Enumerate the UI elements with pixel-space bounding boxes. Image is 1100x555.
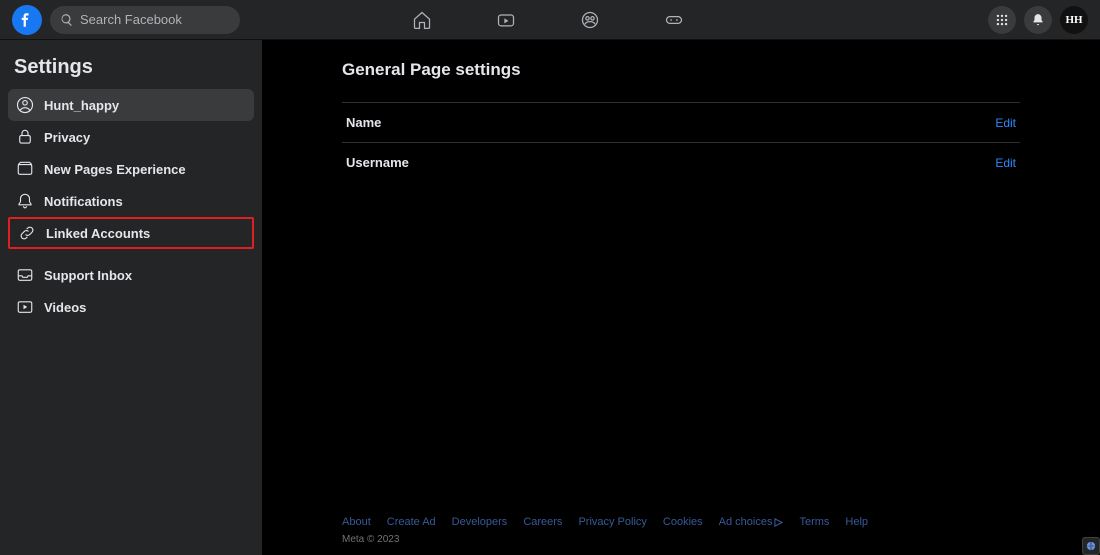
page-title: General Page settings: [342, 60, 1020, 80]
row-label: Username: [346, 155, 409, 170]
footer-link-about[interactable]: About: [342, 516, 371, 528]
inbox-icon: [16, 266, 34, 284]
sidebar-item-linked-accounts[interactable]: Linked Accounts: [8, 217, 254, 249]
sidebar-item-label: Videos: [44, 300, 86, 315]
nav-center: [410, 8, 988, 32]
sidebar: Settings Hunt_happy Privacy New Pages Ex…: [0, 40, 262, 555]
avatar-text: HH: [1065, 14, 1082, 26]
sidebar-item-new-pages[interactable]: New Pages Experience: [8, 153, 254, 185]
top-bar: Search Facebook HH: [0, 0, 1100, 40]
settings-row-username: Username Edit: [342, 142, 1020, 182]
footer-link-developers[interactable]: Developers: [452, 516, 508, 528]
sidebar-item-label: New Pages Experience: [44, 162, 186, 177]
facebook-logo[interactable]: [12, 5, 42, 35]
menu-button[interactable]: [988, 6, 1016, 34]
sidebar-item-videos[interactable]: Videos: [8, 291, 254, 323]
row-label: Name: [346, 115, 381, 130]
notifications-button[interactable]: [1024, 6, 1052, 34]
footer-copyright: Meta © 2023: [342, 534, 1020, 545]
account-avatar[interactable]: HH: [1060, 6, 1088, 34]
watch-icon[interactable]: [494, 8, 518, 32]
sidebar-item-label: Hunt_happy: [44, 98, 119, 113]
groups-icon[interactable]: [578, 8, 602, 32]
video-icon: [16, 298, 34, 316]
sidebar-item-profile[interactable]: Hunt_happy: [8, 89, 254, 121]
footer: About Create Ad Developers Careers Priva…: [342, 486, 1020, 545]
footer-link-help[interactable]: Help: [845, 516, 868, 528]
sidebar-item-label: Notifications: [44, 194, 123, 209]
footer-link-cookies[interactable]: Cookies: [663, 516, 703, 528]
lock-icon: [16, 128, 34, 146]
settings-row-name: Name Edit: [342, 102, 1020, 142]
sidebar-item-support-inbox[interactable]: Support Inbox: [8, 259, 254, 291]
search-input[interactable]: Search Facebook: [50, 6, 240, 34]
home-icon[interactable]: [410, 8, 434, 32]
footer-link-terms[interactable]: Terms: [799, 516, 829, 528]
gaming-icon[interactable]: [662, 8, 686, 32]
search-icon: [60, 13, 74, 27]
sidebar-item-privacy[interactable]: Privacy: [8, 121, 254, 153]
grid-icon: [995, 13, 1009, 27]
globe-icon: [1086, 541, 1096, 551]
search-placeholder: Search Facebook: [80, 12, 182, 27]
footer-link-careers[interactable]: Careers: [523, 516, 562, 528]
main-content: General Page settings Name Edit Username…: [262, 40, 1100, 555]
edit-link-name[interactable]: Edit: [995, 116, 1016, 130]
pages-icon: [16, 160, 34, 178]
bell-icon: [1031, 13, 1045, 27]
bell-icon: [16, 192, 34, 210]
profile-icon: [16, 96, 34, 114]
sidebar-item-label: Linked Accounts: [46, 226, 150, 241]
sidebar-item-label: Support Inbox: [44, 268, 132, 283]
adchoices-icon: [774, 518, 783, 527]
footer-link-create-ad[interactable]: Create Ad: [387, 516, 436, 528]
body: Settings Hunt_happy Privacy New Pages Ex…: [0, 40, 1100, 555]
link-icon: [18, 224, 36, 242]
sidebar-item-label: Privacy: [44, 130, 90, 145]
footer-links: About Create Ad Developers Careers Priva…: [342, 516, 1020, 528]
sidebar-item-notifications[interactable]: Notifications: [8, 185, 254, 217]
nav-right: HH: [988, 6, 1088, 34]
sidebar-title: Settings: [8, 52, 254, 89]
accessibility-widget[interactable]: [1082, 537, 1100, 555]
footer-link-adchoices[interactable]: Ad choices: [719, 516, 784, 528]
footer-link-privacy[interactable]: Privacy Policy: [578, 516, 646, 528]
edit-link-username[interactable]: Edit: [995, 156, 1016, 170]
